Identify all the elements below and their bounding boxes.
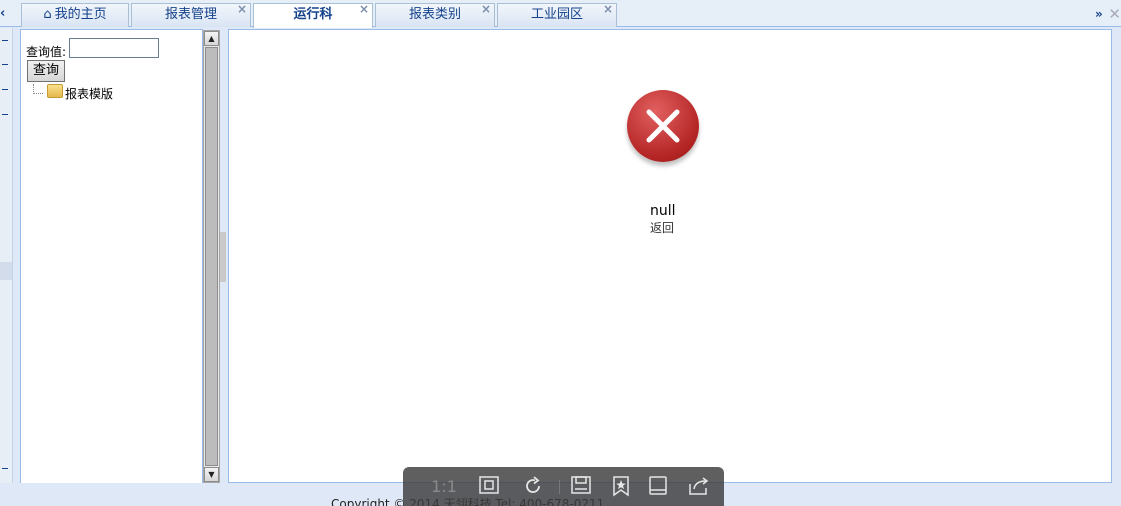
collapse-left-icon[interactable]: ‹ — [0, 4, 10, 24]
edge-marker — [2, 64, 8, 65]
tab-label: 报表管理 — [164, 7, 217, 22]
left-edge-strip — [0, 28, 13, 483]
image-viewer-toolbar: 1:1 — [403, 467, 724, 506]
home-icon: ⌂ — [43, 7, 52, 22]
close-icon[interactable]: × — [603, 0, 613, 20]
error-message-text: null — [650, 203, 676, 219]
tablet-icon[interactable] — [646, 475, 670, 499]
scroll-down-icon[interactable]: ▼ — [204, 467, 219, 482]
left-panel-scrollbar[interactable]: ▲ ▼ — [203, 30, 220, 483]
save-icon[interactable] — [569, 475, 593, 499]
tab-strip: ‹ ⌂ 我的主页 报表管理 × 运行科 × 报表类别 × 工业园区 × » ✕ — [0, 0, 1121, 28]
cross-icon — [646, 109, 680, 143]
tab-report-category[interactable]: 报表类别 × — [375, 0, 495, 27]
query-button[interactable]: 查询 — [27, 60, 65, 82]
tabs-menu-chevron-icon[interactable]: » — [1095, 6, 1109, 22]
fit-screen-icon[interactable] — [477, 475, 501, 499]
scroll-up-icon[interactable]: ▲ — [204, 31, 219, 46]
folder-icon — [47, 84, 63, 98]
share-icon[interactable] — [686, 475, 712, 499]
tree-connector — [33, 84, 43, 94]
main-panel: null 返回 — [228, 29, 1112, 483]
edge-highlight — [0, 262, 12, 280]
right-edge — [1113, 29, 1121, 483]
back-link[interactable]: 返回 — [650, 219, 674, 236]
edge-marker — [2, 89, 8, 90]
tab-label: 我的主页 — [54, 7, 107, 22]
rotate-icon[interactable] — [521, 475, 545, 499]
tab-label: 运行科 — [293, 7, 333, 22]
close-icon[interactable]: × — [481, 0, 491, 20]
tab-industrial-park[interactable]: 工业园区 × — [497, 0, 617, 27]
tab-home[interactable]: ⌂ 我的主页 — [21, 3, 129, 27]
close-all-icon[interactable]: ✕ — [1108, 5, 1121, 23]
edge-marker — [2, 468, 8, 469]
splitter-grip[interactable] — [220, 232, 226, 282]
tab-operations[interactable]: 运行科 × — [253, 0, 373, 28]
error-icon — [627, 90, 699, 162]
close-icon[interactable]: × — [237, 0, 247, 20]
scrollbar-thumb[interactable] — [205, 47, 218, 466]
edge-marker — [2, 114, 8, 115]
close-icon[interactable]: × — [359, 0, 369, 20]
favorite-icon[interactable] — [609, 475, 633, 499]
tab-label: 工业园区 — [530, 7, 583, 22]
query-input[interactable] — [69, 38, 159, 58]
tab-report-management[interactable]: 报表管理 × — [131, 0, 251, 27]
left-panel: 查询值: 查询 报表模版 — [20, 29, 203, 484]
tab-label: 报表类别 — [408, 7, 461, 22]
toolbar-separator — [559, 480, 560, 494]
actual-size-button[interactable]: 1:1 — [429, 475, 459, 499]
tree-node-report-template[interactable]: 报表模版 — [65, 85, 113, 102]
edge-marker — [2, 40, 8, 41]
query-label: 查询值: — [26, 45, 67, 59]
